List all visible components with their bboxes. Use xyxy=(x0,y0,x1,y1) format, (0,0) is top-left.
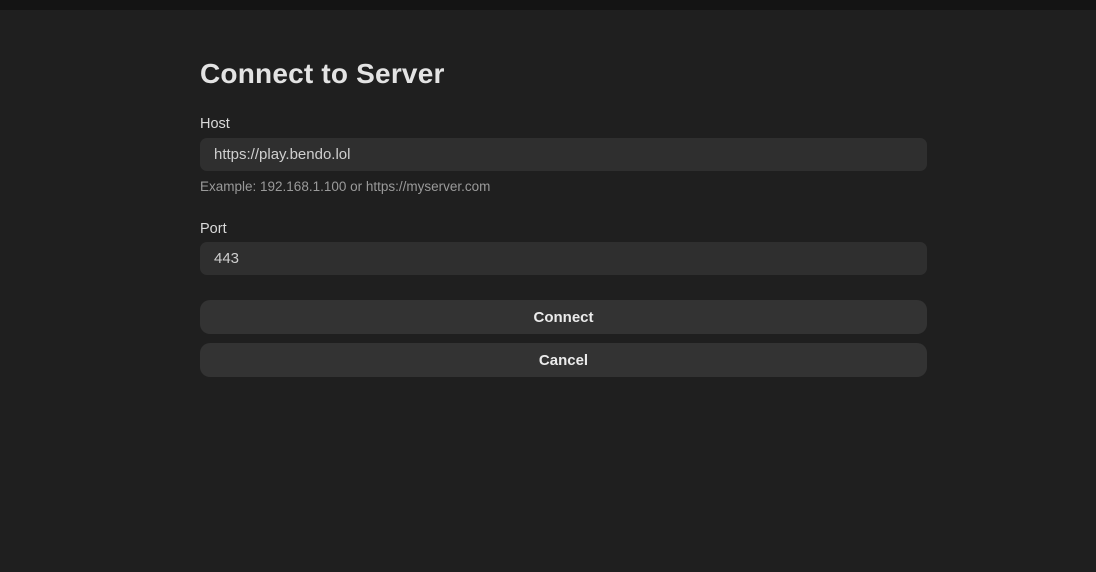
port-input[interactable] xyxy=(200,242,927,275)
connect-to-server-form: Connect to Server Host Example: 192.168.… xyxy=(200,0,927,377)
host-label: Host xyxy=(200,116,927,132)
cancel-button[interactable]: Cancel xyxy=(200,343,927,377)
host-input[interactable] xyxy=(200,138,927,171)
host-hint-text: Example: 192.168.1.100 or https://myserv… xyxy=(200,180,927,194)
connect-button[interactable]: Connect xyxy=(200,300,927,334)
port-label: Port xyxy=(200,221,927,237)
page-title: Connect to Server xyxy=(200,58,927,90)
